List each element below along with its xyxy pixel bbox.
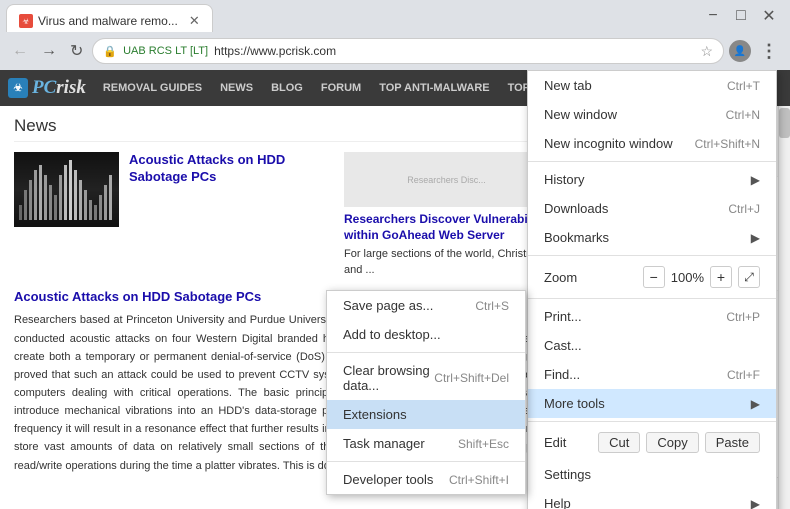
couponxplorer-title[interactable]: CouponXplorer Toolbar	[572, 185, 770, 197]
news-article-2: Researchers Disc... Researchers Discover…	[344, 152, 549, 278]
restore-button[interactable]: □	[728, 4, 754, 28]
restore-icon: □	[736, 7, 746, 25]
news-title-2[interactable]: Researchers Discover Vulnerability withi…	[344, 212, 549, 243]
chrome-menu-button[interactable]: ⋮	[756, 39, 782, 64]
menu-icon: ⋮	[760, 41, 778, 61]
url-bar[interactable]: 🔒 UAB RCS LT [LT] https://www.pcrisk.com…	[92, 38, 724, 64]
nav-forum[interactable]: FORUM	[312, 70, 370, 106]
section-title: News	[14, 116, 549, 142]
active-tab[interactable]: ☣ Virus and malware remo... ✕	[6, 4, 213, 32]
logo-icon: ☣	[8, 78, 28, 98]
url-secure-label: UAB RCS LT [LT]	[123, 45, 208, 57]
site-logo[interactable]: PCrisk	[32, 77, 86, 99]
sidebar-news-3: NSA Exploits to Mine Monero Researchers …	[564, 106, 778, 177]
refresh-icon: ↻	[70, 43, 83, 60]
window-controls: − □ ✕	[700, 4, 790, 28]
tab-close-icon[interactable]: ✕	[189, 13, 200, 29]
news-text-3: Researchers at F5 Networks have been ana…	[633, 141, 770, 163]
minimize-icon: −	[708, 7, 717, 25]
profile-icon: 👤	[734, 46, 746, 57]
title-bar: ☣ Virus and malware remo... ✕ − □ ✕	[0, 0, 790, 32]
forward-icon: →	[41, 42, 57, 59]
profile-button[interactable]: 👤	[729, 40, 751, 62]
nav-menu: REMOVAL GUIDES NEWS BLOG FORUM TOP ANTI-…	[94, 70, 679, 106]
news-3-content: NSA Exploits to Mine Monero Researchers …	[633, 114, 770, 163]
browser-window: ☣ Virus and malware remo... ✕ − □ ✕ ← →	[0, 0, 790, 509]
tab-favicon: ☣	[19, 14, 33, 28]
back-icon: ←	[12, 42, 28, 59]
forward-button[interactable]: →	[37, 40, 61, 62]
nav-anti-malware[interactable]: TOP ANTI-MALWARE	[370, 70, 498, 106]
malware-activity-label: Malware activity	[574, 486, 768, 501]
article-title[interactable]: Acoustic Attacks on HDD Sabotage PCs	[14, 286, 549, 307]
lock-icon: 🔒	[103, 45, 117, 58]
refresh-button[interactable]: ↻	[66, 39, 87, 63]
news-article-3: NSA Exploits to Mine Monero Researchers …	[572, 114, 770, 163]
nav-antivirus[interactable]: TOP ANTIVIRUS 2018	[499, 70, 629, 106]
minimize-button[interactable]: −	[700, 4, 726, 28]
right-sidebar: NSA Exploits to Mine Monero Researchers …	[563, 106, 778, 509]
close-button[interactable]: ✕	[756, 4, 782, 28]
news-thumb-2: Researchers Disc...	[344, 152, 549, 207]
nav-removal-guides[interactable]: REMOVAL GUIDES	[94, 70, 211, 106]
tab-title: Virus and malware remo...	[38, 14, 178, 28]
url-text: https://www.pcrisk.com	[214, 44, 694, 58]
researchers-label: Researchers Disc...	[407, 175, 486, 185]
couponxplorer-image	[572, 202, 770, 282]
page-body: News	[0, 106, 790, 509]
close-icon: ✕	[762, 6, 775, 26]
article-body: Acoustic Attacks on HDD Sabotage PCs Res…	[14, 286, 549, 475]
logo-pc: PC	[32, 77, 56, 98]
news-article-1: Acoustic Attacks on HDD Sabotage PCs	[129, 152, 334, 278]
address-bar: ← → ↻ 🔒 UAB RCS LT [LT] https://www.pcri…	[0, 32, 790, 70]
back-button[interactable]: ←	[8, 40, 32, 62]
star-icon[interactable]: ☆	[700, 43, 713, 60]
news-thumb-3	[572, 114, 627, 159]
tabs-area: ☣ Virus and malware remo... ✕	[0, 0, 700, 32]
news-title-3[interactable]: NSA Exploits to Mine Monero	[633, 114, 770, 138]
website-content: ☣ PCrisk REMOVAL GUIDES NEWS BLOG FORUM …	[0, 70, 790, 509]
news-top-row: Acoustic Attacks on HDD Sabotage PCs Res…	[14, 152, 549, 278]
waveform-svg	[17, 155, 117, 225]
main-article-area: News	[0, 106, 563, 509]
news-thumb-1	[14, 152, 119, 227]
site-logo-area: ☣ PCrisk	[0, 73, 94, 103]
nav-blog[interactable]: BLOG	[262, 70, 312, 106]
news-text-2: For large sections of the world, Christm…	[344, 247, 549, 278]
malware-activity-section: Malware activity	[564, 477, 778, 509]
site-navbar: ☣ PCrisk REMOVAL GUIDES NEWS BLOG FORUM …	[0, 70, 790, 106]
nav-webs[interactable]: WEBS	[628, 70, 679, 106]
couponxplorer-section: CouponXplorer Toolbar	[564, 177, 778, 291]
news-image-1	[14, 152, 119, 278]
article-text: Researchers based at Princeton Universit…	[14, 311, 549, 474]
scrollbar[interactable]	[778, 106, 790, 509]
nav-news[interactable]: NEWS	[211, 70, 262, 106]
logo-risk: risk	[56, 77, 86, 98]
scrollbar-thumb[interactable]	[779, 108, 790, 138]
news-title-1[interactable]: Acoustic Attacks on HDD Sabotage PCs	[129, 152, 334, 186]
